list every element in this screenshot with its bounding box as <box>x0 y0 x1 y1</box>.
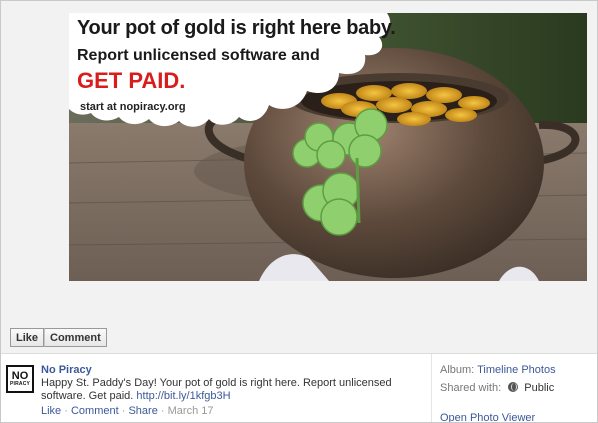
album-link[interactable]: Timeline Photos <box>477 364 555 376</box>
like-button[interactable]: Like <box>10 328 45 347</box>
album-row: Album: Timeline Photos <box>440 364 556 380</box>
ad-get-paid: GET PAID. <box>77 68 186 93</box>
post-photo[interactable]: Your pot of gold is right here baby. Rep… <box>69 13 587 281</box>
ad-headline: Your pot of gold is right here baby. <box>77 17 396 39</box>
meta-like-link[interactable]: Like <box>41 405 61 417</box>
post-meta: Like · Comment · Share · March 17 <box>41 405 213 417</box>
side-divider <box>431 354 432 422</box>
photo-action-buttons: Like Comment <box>10 328 107 347</box>
comment-button[interactable]: Comment <box>44 328 107 347</box>
shared-with-row: Shared with: Public <box>440 382 556 398</box>
post-link[interactable]: http://bit.ly/1kfgb3H <box>136 390 230 402</box>
post-author[interactable]: No Piracy <box>41 364 92 376</box>
post-text: Happy St. Paddy's Day! Your pot of gold … <box>41 377 411 403</box>
photo-frame: Your pot of gold is right here baby. Rep… <box>0 0 598 423</box>
meta-separator: · <box>160 405 165 417</box>
open-photo-viewer-link[interactable]: Open Photo Viewer <box>440 412 535 422</box>
photo-info-sidebar: Album: Timeline Photos Shared with: Publ… <box>440 364 556 422</box>
album-label: Album: <box>440 364 475 376</box>
privacy-value[interactable]: Public <box>524 382 554 394</box>
avatar-logo-text: NO <box>11 370 29 382</box>
meta-separator: · <box>121 405 126 417</box>
meta-share-link[interactable]: Share <box>128 405 157 417</box>
meta-comment-link[interactable]: Comment <box>71 405 119 417</box>
ad-subline: Report unlicensed software and <box>77 47 320 64</box>
avatar-logo-subtext: PIRACY <box>9 381 31 387</box>
globe-icon <box>508 382 519 392</box>
avatar[interactable]: NO PIRACY <box>6 365 34 393</box>
meta-separator: · <box>64 405 68 417</box>
ad-url: start at nopiracy.org <box>80 101 186 113</box>
post-date[interactable]: March 17 <box>168 405 214 417</box>
shared-with-label: Shared with: <box>440 382 502 394</box>
